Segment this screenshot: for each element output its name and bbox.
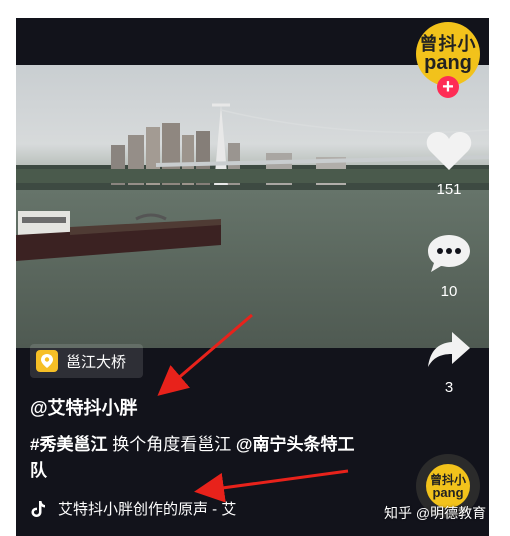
video-feed-screen: 曾抖小 pang + 151 10 3 邕江大桥 @艾特抖小胖 #秀美邕江 换个… xyxy=(16,18,489,536)
author-handle[interactable]: @艾特抖小胖 xyxy=(30,394,138,420)
disc-text-bottom: pang xyxy=(432,484,464,500)
location-pin-icon xyxy=(36,350,58,372)
like-count: 151 xyxy=(436,181,462,198)
avatar-text-bottom: pang xyxy=(424,52,472,74)
heart-icon xyxy=(426,132,472,170)
music-info[interactable]: 艾特抖小胖创作的原声 - 艾 xyxy=(30,498,290,519)
comment-count: 10 xyxy=(440,283,458,300)
tiktok-note-icon xyxy=(31,500,45,517)
barge-illustration xyxy=(16,211,221,261)
description-text: 换个角度看邕江 xyxy=(107,435,236,454)
hashtag-link[interactable]: #秀美邕江 xyxy=(30,435,107,454)
disc-text-top: 曾抖小 xyxy=(429,472,466,487)
share-count: 3 xyxy=(444,379,454,396)
follow-button[interactable]: + xyxy=(437,76,459,98)
share-button[interactable]: 3 xyxy=(421,330,477,396)
share-icon xyxy=(428,332,470,367)
watermark: 知乎 @明德教育 xyxy=(384,505,487,521)
location-label: 邕江大桥 xyxy=(66,353,127,371)
avatar-text-top: 曾抖小 xyxy=(419,34,477,54)
comment-button[interactable]: 10 xyxy=(421,232,477,300)
video-description: #秀美邕江 换个角度看邕江 @南宁头条特工队 xyxy=(30,432,360,484)
comment-icon xyxy=(428,235,470,272)
city-and-bridge-illustration xyxy=(16,103,489,185)
music-label: 艾特抖小胖创作的原声 - 艾 xyxy=(58,501,237,518)
disc-avatar: 曾抖小 pang xyxy=(426,464,470,508)
like-button[interactable]: 151 xyxy=(421,130,477,198)
location-tag[interactable]: 邕江大桥 xyxy=(30,344,143,378)
video-frame[interactable] xyxy=(16,65,489,348)
